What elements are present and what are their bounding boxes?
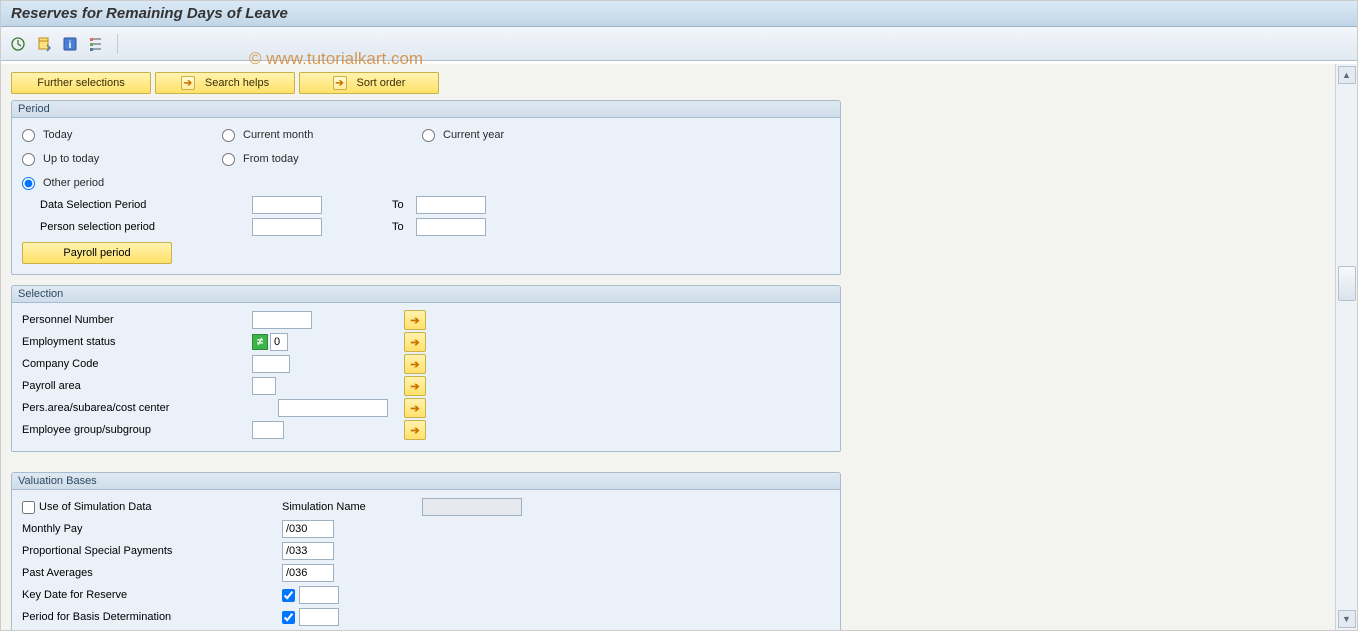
input-employee-group[interactable] xyxy=(252,421,284,439)
search-helps-label: Search helps xyxy=(205,77,269,89)
label-personnel-number: Personnel Number xyxy=(22,314,252,326)
vertical-scrollbar[interactable]: ▲ ▼ xyxy=(1335,64,1357,630)
radio-current-year[interactable] xyxy=(422,129,435,142)
execute-icon[interactable] xyxy=(9,35,27,53)
checkbox-period-basis[interactable] xyxy=(282,611,295,624)
more-payroll-area[interactable]: ➔ xyxy=(404,376,426,396)
label-monthly-pay: Monthly Pay xyxy=(22,523,282,535)
page-title: Reserves for Remaining Days of Leave xyxy=(11,5,288,22)
input-data-selection-to[interactable] xyxy=(416,196,486,214)
radio-from-today[interactable] xyxy=(222,153,235,166)
label-from-today: From today xyxy=(243,153,299,165)
label-to-1: To xyxy=(392,199,416,211)
label-payroll-area: Payroll area xyxy=(22,380,252,392)
label-simulation-name: Simulation Name xyxy=(282,501,422,513)
checkbox-key-date[interactable] xyxy=(282,589,295,602)
more-employee-group[interactable]: ➔ xyxy=(404,420,426,440)
arrow-right-icon: ➔ xyxy=(333,76,347,90)
checkbox-use-simulation[interactable] xyxy=(22,501,35,514)
input-simulation-name xyxy=(422,498,522,516)
label-data-selection-period: Data Selection Period xyxy=(22,199,252,211)
input-past-averages[interactable] xyxy=(282,564,334,582)
input-company-code[interactable] xyxy=(252,355,290,373)
more-employment-status[interactable]: ➔ xyxy=(404,332,426,352)
selection-group: Selection Personnel Number ➔ Employment … xyxy=(11,285,841,452)
valuation-group: Valuation Bases Use of Simulation Data S… xyxy=(11,472,841,630)
input-payroll-area[interactable] xyxy=(252,377,276,395)
search-helps-button[interactable]: ➔ Search helps xyxy=(155,72,295,94)
content-area: Further selections ➔ Search helps ➔ Sort… xyxy=(1,64,1357,630)
label-current-month: Current month xyxy=(243,129,313,141)
input-prop-special[interactable] xyxy=(282,542,334,560)
input-person-selection-to[interactable] xyxy=(416,218,486,236)
content-inner: Further selections ➔ Search helps ➔ Sort… xyxy=(1,64,1335,630)
period-group: Period Today Current month Current year xyxy=(11,100,841,275)
more-company-code[interactable]: ➔ xyxy=(404,354,426,374)
label-company-code: Company Code xyxy=(22,358,252,370)
valuation-group-title: Valuation Bases xyxy=(12,473,840,490)
more-pers-area[interactable]: ➔ xyxy=(404,398,426,418)
arrow-right-icon: ➔ xyxy=(181,76,195,90)
org-structure-icon[interactable] xyxy=(87,35,105,53)
page-title-bar: Reserves for Remaining Days of Leave xyxy=(1,1,1357,27)
radio-up-to-today[interactable] xyxy=(22,153,35,166)
label-employment-status: Employment status xyxy=(22,336,252,348)
label-current-year: Current year xyxy=(443,129,504,141)
input-person-selection-from[interactable] xyxy=(252,218,322,236)
input-key-date[interactable] xyxy=(299,586,339,604)
label-person-selection-period: Person selection period xyxy=(22,221,252,233)
more-personnel-number[interactable]: ➔ xyxy=(404,310,426,330)
input-employment-status[interactable] xyxy=(270,333,288,351)
input-pers-area[interactable] xyxy=(278,399,388,417)
radio-current-month[interactable] xyxy=(222,129,235,142)
label-prop-special: Proportional Special Payments xyxy=(22,545,282,557)
input-monthly-pay[interactable] xyxy=(282,520,334,538)
radio-other-period[interactable] xyxy=(22,177,35,190)
info-icon[interactable]: i xyxy=(61,35,79,53)
not-equal-icon[interactable]: ≠ xyxy=(252,334,268,350)
svg-text:i: i xyxy=(69,40,72,51)
payroll-period-label: Payroll period xyxy=(63,247,130,259)
label-use-simulation: Use of Simulation Data xyxy=(39,501,152,513)
toolbar-separator xyxy=(117,34,118,54)
label-other-period: Other period xyxy=(43,177,104,189)
label-pers-area: Pers.area/subarea/cost center xyxy=(22,402,278,414)
sort-order-button[interactable]: ➔ Sort order xyxy=(299,72,439,94)
scrollbar-thumb[interactable] xyxy=(1338,266,1356,301)
toolbar: i xyxy=(1,27,1357,61)
input-data-selection-from[interactable] xyxy=(252,196,322,214)
get-variant-icon[interactable] xyxy=(35,35,53,53)
scrollbar-track[interactable] xyxy=(1338,86,1356,608)
sort-order-label: Sort order xyxy=(357,77,406,89)
input-personnel-number[interactable] xyxy=(252,311,312,329)
payroll-period-button[interactable]: Payroll period xyxy=(22,242,172,264)
radio-today[interactable] xyxy=(22,129,35,142)
selection-group-title: Selection xyxy=(12,286,840,303)
label-today: Today xyxy=(43,129,72,141)
selection-button-row: Further selections ➔ Search helps ➔ Sort… xyxy=(11,72,1325,94)
further-selections-label: Further selections xyxy=(37,77,124,89)
label-past-averages: Past Averages xyxy=(22,567,282,579)
label-employee-group: Employee group/subgroup xyxy=(22,424,252,436)
further-selections-button[interactable]: Further selections xyxy=(11,72,151,94)
scroll-down-arrow-icon[interactable]: ▼ xyxy=(1338,610,1356,628)
label-up-to-today: Up to today xyxy=(43,153,99,165)
scroll-up-arrow-icon[interactable]: ▲ xyxy=(1338,66,1356,84)
label-key-date: Key Date for Reserve xyxy=(22,589,282,601)
period-group-title: Period xyxy=(12,101,840,118)
label-to-2: To xyxy=(392,221,416,233)
input-period-basis[interactable] xyxy=(299,608,339,626)
label-period-basis: Period for Basis Determination xyxy=(22,611,282,623)
